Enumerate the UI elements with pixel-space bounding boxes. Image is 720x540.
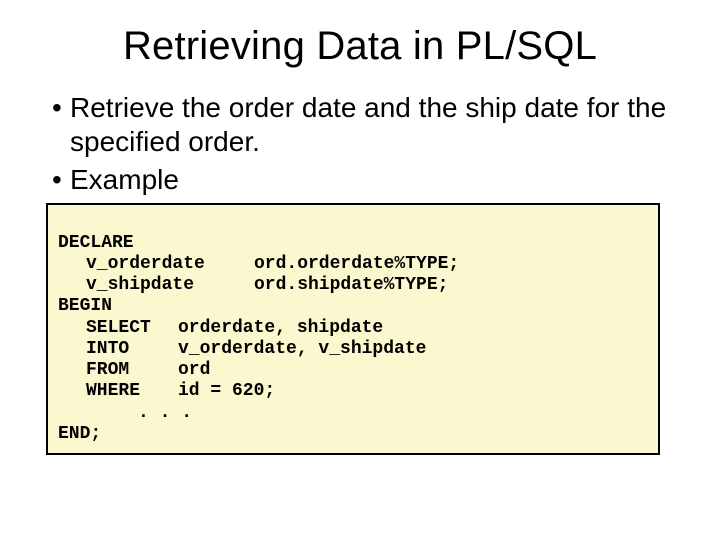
slide-title: Retrieving Data in PL/SQL: [36, 24, 684, 69]
code-indent: SELECTorderdate, shipdate: [58, 318, 383, 339]
code-indent: v_shipdateord.shipdate%TYPE;: [58, 275, 448, 296]
bullet-item: Example: [52, 163, 674, 197]
code-into-kw: INTO: [86, 339, 178, 360]
code-select-kw: SELECT: [86, 318, 178, 339]
code-declare-kw: DECLARE: [58, 233, 134, 253]
code-indent: v_orderdateord.orderdate%TYPE;: [58, 254, 459, 275]
code-var1-type: ord.orderdate%TYPE;: [254, 254, 459, 274]
code-example: DECLARE v_orderdateord.orderdate%TYPE; v…: [46, 203, 660, 455]
code-indent: WHEREid = 620;: [58, 381, 275, 402]
code-ellipsis: . . .: [58, 403, 192, 424]
code-var1-name: v_orderdate: [86, 254, 254, 275]
code-from-kw: FROM: [86, 360, 178, 381]
slide: Retrieving Data in PL/SQL Retrieve the o…: [0, 0, 720, 540]
code-where-cond: id = 620;: [178, 381, 275, 401]
code-var2-name: v_shipdate: [86, 275, 254, 296]
slide-body: Retrieve the order date and the ship dat…: [52, 91, 674, 197]
code-indent: INTOv_orderdate, v_shipdate: [58, 339, 426, 360]
code-indent: FROMord: [58, 360, 210, 381]
code-begin-kw: BEGIN: [58, 296, 112, 316]
code-select-cols: orderdate, shipdate: [178, 318, 383, 338]
bullet-item: Retrieve the order date and the ship dat…: [52, 91, 674, 159]
code-from-tbl: ord: [178, 360, 210, 380]
code-var2-type: ord.shipdate%TYPE;: [254, 275, 448, 295]
code-into-vars: v_orderdate, v_shipdate: [178, 339, 426, 359]
code-where-kw: WHERE: [86, 381, 178, 402]
code-end-kw: END;: [58, 424, 101, 444]
